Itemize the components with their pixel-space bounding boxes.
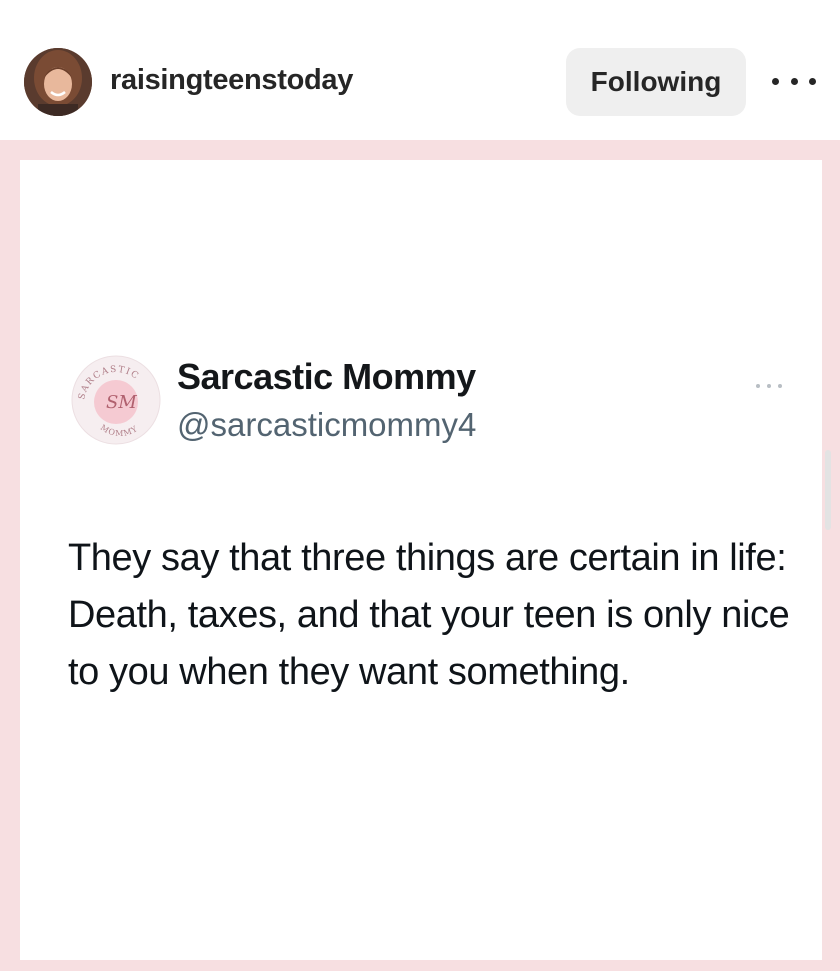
more-horizontal-icon[interactable] (772, 66, 816, 96)
post-image-frame: SARCASTIC MOMMY SM Sarcastic Mommy @sarc… (0, 140, 840, 971)
tweet-more-icon (756, 382, 782, 390)
username[interactable]: raisingteenstoday (110, 64, 353, 97)
post-header: raisingteenstoday Following (0, 0, 840, 140)
tweet-card: SARCASTIC MOMMY SM Sarcastic Mommy @sarc… (20, 160, 831, 960)
following-button[interactable]: Following (566, 48, 746, 116)
svg-text:SM: SM (106, 392, 137, 413)
sarcastic-mommy-logo: SARCASTIC MOMMY SM (70, 354, 162, 446)
tweet-text: They say that three things are certain i… (68, 537, 790, 693)
tweet-handle: @sarcasticmommy4 (177, 406, 477, 443)
scroll-indicator (825, 450, 831, 530)
user-avatar[interactable] (24, 48, 92, 116)
avatar-photo (24, 48, 92, 116)
tweet-display-name: Sarcastic Mommy (177, 356, 476, 397)
